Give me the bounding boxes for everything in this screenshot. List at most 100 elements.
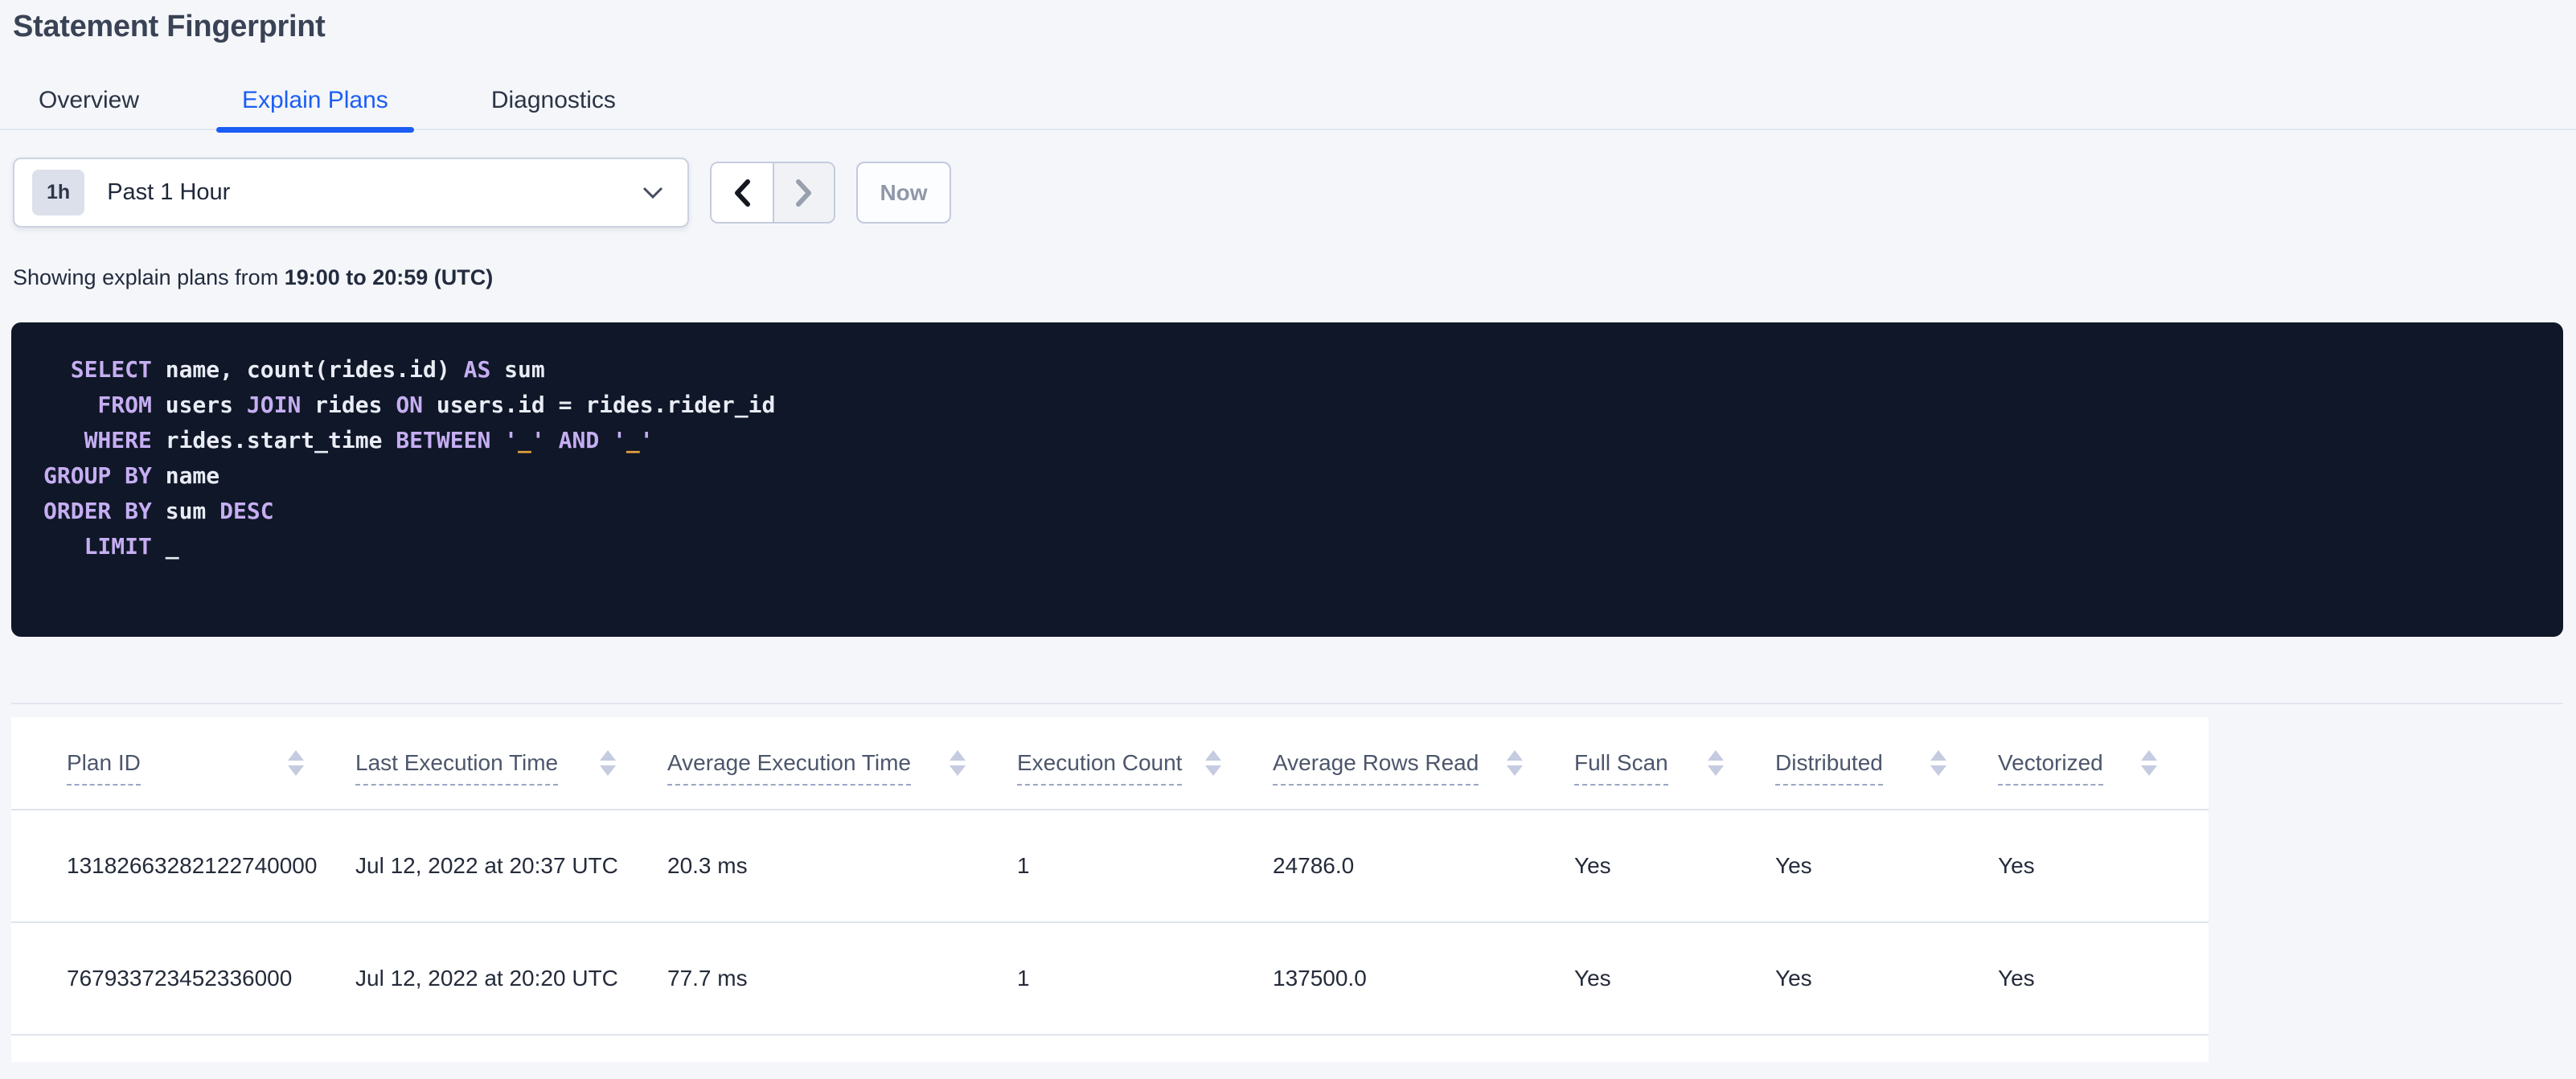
sort-down-icon xyxy=(600,765,616,776)
chevron-right-icon xyxy=(796,178,811,207)
column-label-distributed: Distributed xyxy=(1775,750,1883,786)
sort-down-icon xyxy=(1930,765,1946,776)
sql-token-id xyxy=(599,427,613,453)
sql-line: ORDER BY sum DESC xyxy=(43,494,2531,529)
sort-up-icon xyxy=(2141,750,2157,761)
sql-token-lit: _ xyxy=(518,427,531,453)
table-cell: Yes xyxy=(1998,922,2209,1036)
time-range-dropdown[interactable]: 1h Past 1 Hour xyxy=(13,158,689,228)
column-label-average-rows-read: Average Rows Read xyxy=(1273,750,1479,786)
column-header-full-scan[interactable]: Full Scan xyxy=(1574,717,1775,810)
sort-arrows-icon[interactable] xyxy=(1708,750,1724,776)
sort-arrows-icon[interactable] xyxy=(950,750,966,776)
time-range-label: Past 1 Hour xyxy=(107,179,231,205)
sort-up-icon xyxy=(1507,750,1523,761)
sql-token-kw: ' xyxy=(504,427,519,453)
column-header-average-rows-read[interactable]: Average Rows Read xyxy=(1273,717,1574,810)
column-header-vectorized[interactable]: Vectorized xyxy=(1998,717,2209,810)
sql-token-id: users.id = rides.rider_id xyxy=(423,392,776,418)
plans-table-card: Plan ID Last Execution Time Average Execut… xyxy=(11,717,2209,1062)
table-header-row: Plan ID Last Execution Time Average Execut… xyxy=(11,717,2209,810)
table-cell: 137500.0 xyxy=(1273,922,1574,1036)
range-step-buttons xyxy=(710,162,835,224)
table-row[interactable]: 13182663282122740000 Jul 12, 2022 at 20:3… xyxy=(11,810,2209,923)
sort-arrows-icon[interactable] xyxy=(2141,750,2157,776)
sort-up-icon xyxy=(1930,750,1946,761)
sort-down-icon xyxy=(1205,765,1221,776)
sql-token-id: rides.start_time xyxy=(151,427,396,453)
sql-token-id xyxy=(490,427,504,453)
sort-up-icon xyxy=(288,750,304,761)
sql-token-kw: DESC xyxy=(219,498,274,524)
table-row[interactable]: 767933723452336000 Jul 12, 2022 at 20:20 … xyxy=(11,922,2209,1036)
sort-arrows-icon[interactable] xyxy=(288,750,304,776)
sql-line: SELECT name, count(rides.id) AS sum xyxy=(43,352,2531,388)
sql-line: GROUP BY name xyxy=(43,458,2531,494)
sort-arrows-icon[interactable] xyxy=(1507,750,1523,776)
sort-up-icon xyxy=(1205,750,1221,761)
sql-token-kw: SELECT xyxy=(43,356,152,383)
table-cell: Yes xyxy=(1998,810,2209,923)
sql-token-kw: AND xyxy=(558,427,600,453)
sort-arrows-icon[interactable] xyxy=(600,750,616,776)
table-cell: Yes xyxy=(1775,810,1998,923)
plans-table: Plan ID Last Execution Time Average Execut… xyxy=(11,717,2209,1036)
sort-down-icon xyxy=(288,765,304,776)
sql-line: FROM users JOIN rides ON users.id = ride… xyxy=(43,388,2531,423)
column-label-vectorized: Vectorized xyxy=(1998,750,2103,786)
statement-fingerprint-page: Statement Fingerprint Overview Explain P… xyxy=(0,0,2576,1079)
sql-token-kw: BETWEEN xyxy=(396,427,491,453)
sql-line: LIMIT _ xyxy=(43,529,2531,564)
tab-bar: Overview Explain Plans Diagnostics xyxy=(0,72,2576,133)
sql-token-kw: GROUP BY xyxy=(43,462,152,489)
sql-token-id: name xyxy=(151,462,220,489)
table-cell: Yes xyxy=(1574,922,1775,1036)
table-cell: 20.3 ms xyxy=(667,810,1017,923)
now-button[interactable]: Now xyxy=(856,162,951,224)
sort-up-icon xyxy=(950,750,966,761)
sql-token-id: users xyxy=(151,392,247,418)
sql-token-kw: ' xyxy=(639,427,654,453)
column-header-plan-id[interactable]: Plan ID xyxy=(11,717,355,810)
sql-token-id xyxy=(545,427,559,453)
sql-token-kw: ' xyxy=(613,427,626,453)
prev-range-button[interactable] xyxy=(712,163,773,222)
sql-token-id: rides xyxy=(301,392,396,418)
column-label-last-execution-time: Last Execution Time xyxy=(355,750,559,786)
tab-explain-plans[interactable]: Explain Plans xyxy=(216,72,414,133)
sort-down-icon xyxy=(1507,765,1523,776)
column-header-distributed[interactable]: Distributed xyxy=(1775,717,1998,810)
column-header-average-execution-time[interactable]: Average Execution Time xyxy=(667,717,1017,810)
sql-token-id: sum xyxy=(151,498,220,524)
sql-token-kw: AS xyxy=(463,356,491,383)
tab-diagnostics[interactable]: Diagnostics xyxy=(466,72,642,129)
sql-token-kw: WHERE xyxy=(43,427,152,453)
sort-down-icon xyxy=(2141,765,2157,776)
sort-up-icon xyxy=(600,750,616,761)
sql-token-lit: _ xyxy=(626,427,640,453)
sql-token-kw: LIMIT xyxy=(43,533,152,560)
next-range-button[interactable] xyxy=(773,163,834,222)
column-header-execution-count[interactable]: Execution Count xyxy=(1017,717,1273,810)
time-range-badge: 1h xyxy=(32,170,85,215)
table-cell: Yes xyxy=(1775,922,1998,1036)
status-line: Showing explain plans from 19:00 to 20:5… xyxy=(13,265,493,290)
status-prefix: Showing explain plans from xyxy=(13,265,285,289)
table-cell: Yes xyxy=(1574,810,1775,923)
chevron-left-icon xyxy=(735,178,750,207)
table-cell: 1 xyxy=(1017,810,1273,923)
status-range: 19:00 to 20:59 (UTC) xyxy=(284,265,494,289)
column-label-average-execution-time: Average Execution Time xyxy=(667,750,911,786)
sort-arrows-icon[interactable] xyxy=(1930,750,1946,776)
table-cell: 767933723452336000 xyxy=(11,922,355,1036)
table-cell: 24786.0 xyxy=(1273,810,1574,923)
table-cell: Jul 12, 2022 at 20:20 UTC xyxy=(355,922,667,1036)
sort-arrows-icon[interactable] xyxy=(1205,750,1221,776)
tab-overview[interactable]: Overview xyxy=(13,72,165,129)
table-cell: 13182663282122740000 xyxy=(11,810,355,923)
column-header-last-execution-time[interactable]: Last Execution Time xyxy=(355,717,667,810)
sql-token-kw: ORDER BY xyxy=(43,498,152,524)
sql-token-kw: ' xyxy=(531,427,545,453)
page-title: Statement Fingerprint xyxy=(13,10,326,43)
section-divider xyxy=(11,703,2563,704)
